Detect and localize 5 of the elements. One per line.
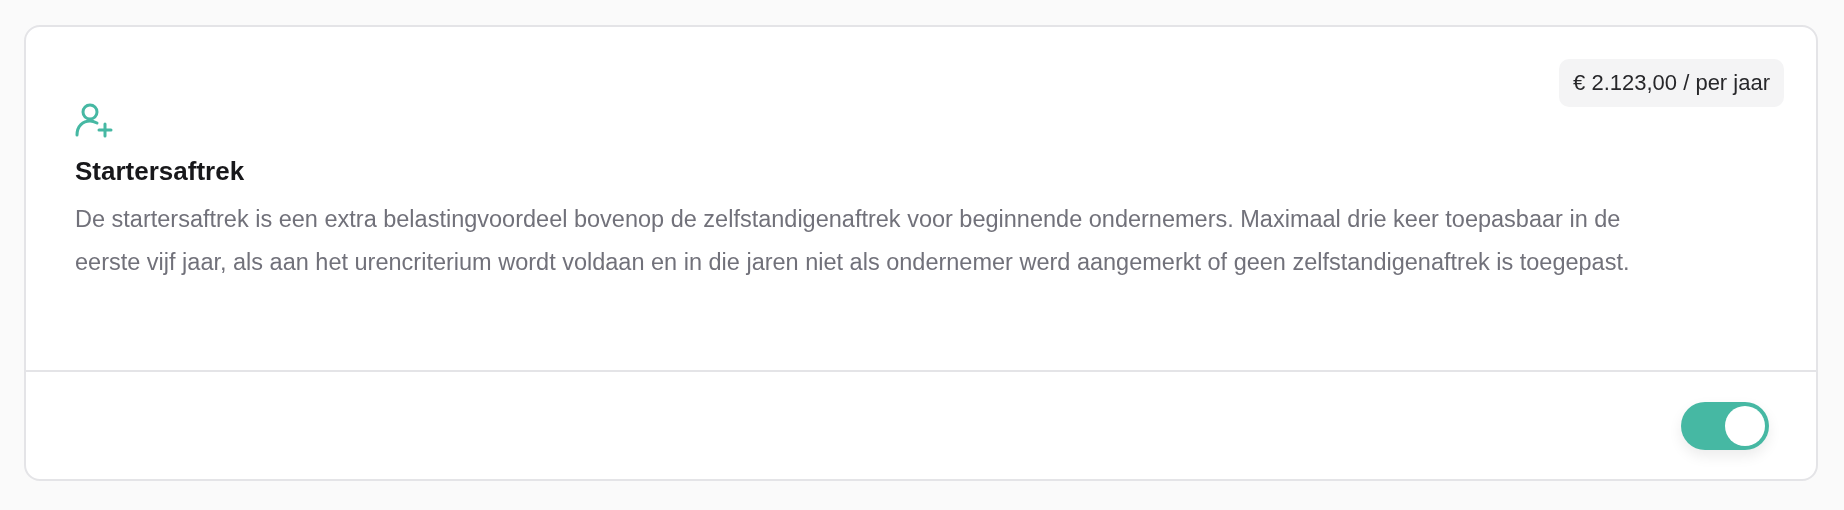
price-badge: € 2.123,00 / per jaar (1559, 59, 1784, 107)
card-title: Startersaftrek (75, 155, 246, 188)
toggle-switch[interactable] (1681, 401, 1769, 450)
add-user-icon (75, 102, 113, 138)
description-text: De startersaftrek is een extra belastingvoordeel bovenop de zelfstandigenaftrek voor beginnende ondernemers. Maximaal drie keer toepasbaar in de eerste vijf jaar, als aan het urencriterium wordt voldaan en in die jaren niet als ondernemer werd aangemerkt of geen zelfstandigenaftrek is toegepast. (75, 205, 1631, 277)
